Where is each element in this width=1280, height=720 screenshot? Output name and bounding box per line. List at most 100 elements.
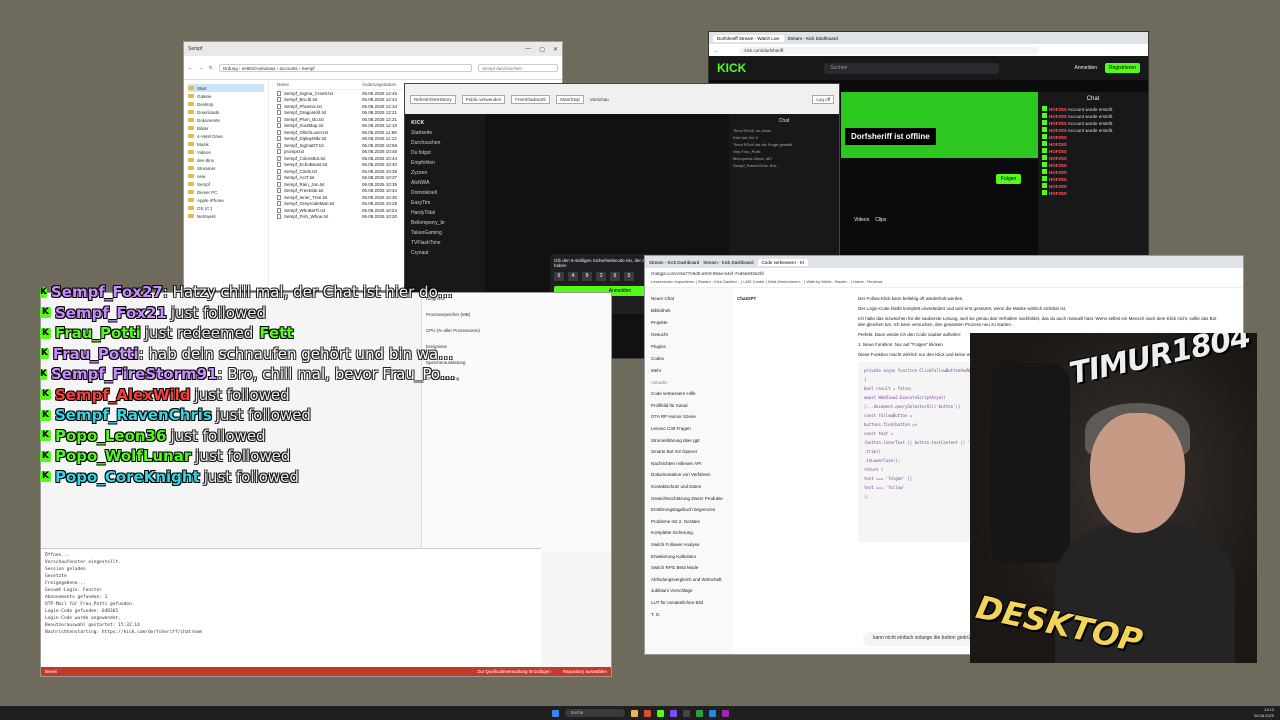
chat-username[interactable]: HOFZ8S <box>1049 121 1067 126</box>
tab-videos[interactable]: Videos <box>854 217 869 223</box>
start-icon[interactable] <box>551 709 559 717</box>
kick-nav-item[interactable]: Zyzzen <box>411 170 479 180</box>
sidebar-item[interactable]: Gesucht <box>651 328 727 340</box>
column-date[interactable]: Änderungsdatum <box>362 82 396 89</box>
kick-nav-item[interactable]: Empfohlen <box>411 160 479 170</box>
nav-item[interactable]: Apple iPhone <box>188 196 264 204</box>
kick-nav-item[interactable]: HardyTidal <box>411 210 479 220</box>
history-item[interactable]: Code verbessern Hilfe <box>651 388 727 400</box>
nav-item[interactable]: Musik <box>188 140 264 148</box>
nav-item[interactable]: Downloads <box>188 108 264 116</box>
logoff-button[interactable]: Log off <box>812 94 834 104</box>
history-item[interactable]: Ernährungstagebuch begrenzen <box>651 504 727 516</box>
edge-icon[interactable] <box>708 709 716 717</box>
kick-icon[interactable] <box>656 709 664 717</box>
tab-chatgpt[interactable]: Code verbessern - KI <box>757 258 809 266</box>
chat-username[interactable]: HOFZ8S <box>1049 128 1067 133</box>
history-item[interactable]: Gewichtsschätzung Zwerz Produkte <box>651 492 727 504</box>
kick-nav-item[interactable]: EasyTim <box>411 200 479 210</box>
sidebar-item[interactable]: Codex <box>651 352 727 364</box>
history-item[interactable]: Dokumentation von Verfahren <box>651 469 727 481</box>
kick-logo[interactable]: KICK <box>411 120 479 130</box>
chat-username[interactable]: HOFZ8S <box>1049 114 1067 119</box>
sidebar-item[interactable]: Neuer Chat <box>651 292 727 304</box>
refresh-icon[interactable]: ↻ <box>209 65 213 71</box>
user-profile[interactable]: T. G. <box>651 608 727 620</box>
chat-username[interactable]: HOFZ8S <box>1049 135 1067 140</box>
close-icon[interactable]: ✕ <box>553 46 558 53</box>
tab-clips[interactable]: Clips <box>875 217 886 223</box>
account-select[interactable]: FreeShadow26 <box>511 94 550 104</box>
nav-item[interactable]: Desktop <box>188 100 264 108</box>
chat-username[interactable]: HOFZ8S <box>1049 107 1067 112</box>
nav-item[interactable]: Netzwerk <box>188 212 264 220</box>
register-button[interactable]: Registrieren <box>1105 63 1140 73</box>
history-item[interactable]: GTA RP Humor Szene <box>651 411 727 423</box>
history-item[interactable]: Smarte Bot mit OpenAI <box>651 446 727 458</box>
history-item[interactable]: Jubiläum Vorschläge <box>651 585 727 597</box>
kick-nav-item[interactable]: Du folgst <box>411 150 479 160</box>
history-item[interactable]: Erweiterung Kalkulator <box>651 550 727 562</box>
back-icon[interactable]: ← <box>714 48 719 53</box>
nav-item[interactable]: Streamer <box>188 164 264 172</box>
tab-dashboard[interactable]: Stream - Kick Dashboard <box>788 36 838 41</box>
search-input[interactable]: Sempf durchsuchen <box>478 63 558 72</box>
history-item[interactable]: Lenovo C30 Fragen <box>651 423 727 435</box>
tab-2[interactable]: Stream - Kick Dashboard <box>703 260 753 265</box>
chat-username[interactable]: HOFZ8S <box>1049 142 1067 147</box>
nav-item[interactable]: dev-dins <box>188 156 264 164</box>
history-item[interactable]: Profilbild für Kanal <box>651 400 727 412</box>
tab-dorfsheriff[interactable]: Dorfsheriff Stream - Watch Live <box>713 34 784 42</box>
back-icon[interactable]: ← <box>188 65 193 70</box>
history-item[interactable]: Probleme mit 2. Gerätes <box>651 516 727 528</box>
kick-nav-item[interactable]: Bellemperry_br <box>411 220 479 230</box>
code-digit-input[interactable]: 6 <box>610 272 620 281</box>
nav-item[interactable]: Start <box>188 84 264 92</box>
clock[interactable]: 13:13 06.08.2025 <box>1254 707 1274 718</box>
nav-item[interactable]: Galerie <box>188 92 264 100</box>
chat-username[interactable]: HOFZ8S <box>1049 163 1067 168</box>
public-toggle[interactable]: Public verwenden <box>461 94 506 104</box>
chat-username[interactable]: HOFZ8S <box>1049 170 1067 175</box>
chat-username[interactable]: HOFZ8S <box>1049 149 1067 154</box>
taskbar-search[interactable]: Suche <box>564 709 625 717</box>
sidebar-item[interactable]: Plugins <box>651 340 727 352</box>
nav-item[interactable]: Dieser PC <box>188 188 264 196</box>
nav-item[interactable]: OS (C:) <box>188 204 264 212</box>
history-item[interactable]: Abfindungsvergleich und Wirtschaft <box>651 574 727 586</box>
sidebar-item[interactable]: Projekte <box>651 316 727 328</box>
nav-item[interactable]: Sempf <box>188 180 264 188</box>
nav-item[interactable]: Videos <box>188 148 264 156</box>
source-control-button[interactable]: Zur Quellcodeverwaltung hinzufügen <box>477 669 550 674</box>
kick-nav-item[interactable]: TVFlashTime <box>411 240 479 250</box>
history-item[interactable]: Switch Follower Analyse <box>651 539 727 551</box>
ide-icon[interactable] <box>669 709 677 717</box>
code-digit-input[interactable]: 4 <box>568 272 578 281</box>
history-item[interactable]: Switch RPG Beta Mode <box>651 562 727 574</box>
sidebar-item[interactable]: Mehr <box>651 364 727 376</box>
login-button[interactable]: Anmelden <box>1075 65 1098 71</box>
refresh-button[interactable]: Refresh/SetHistory <box>410 94 456 104</box>
kick-nav-item[interactable]: Durchsuchen <box>411 140 479 150</box>
kick-search-input[interactable]: Suchen <box>824 62 1000 74</box>
history-item[interactable]: LUT für unnatürlichen Bild <box>651 597 727 609</box>
code-digit-input[interactable]: 5 <box>624 272 634 281</box>
kick-nav-item[interactable]: Crynaut <box>411 250 479 260</box>
url-field[interactable]: chatgpt.com/c/6a77e6d5-a9c9-85ae-b4ef-7e… <box>645 268 1243 278</box>
minimize-icon[interactable]: — <box>525 46 531 53</box>
history-item[interactable]: Stromerklärung über gpt <box>651 434 727 446</box>
history-item[interactable]: Komplette Sicherung <box>651 527 727 539</box>
url-field[interactable]: kick.com/dorfsheriff <box>738 46 1039 54</box>
chrome-icon[interactable] <box>695 709 703 717</box>
terminal-icon[interactable] <box>682 709 690 717</box>
history-item[interactable]: Nachrichten mitlesen API <box>651 458 727 470</box>
bookmarks-bar[interactable]: Lesezeichen importieren | Stream - Kick … <box>645 278 1243 288</box>
maximize-icon[interactable]: ▢ <box>539 46 545 53</box>
nav-item[interactable]: 4-Vetel Drive <box>188 132 264 140</box>
repo-select-button[interactable]: Repository auswählen <box>563 669 607 674</box>
code-digit-input[interactable]: 3 <box>596 272 606 281</box>
code-digit-input[interactable]: 8 <box>582 272 592 281</box>
chat-username[interactable]: HOFZ8S <box>1049 191 1067 196</box>
code-digit-input[interactable]: 6 <box>554 272 564 281</box>
forward-icon[interactable]: → <box>199 65 204 70</box>
